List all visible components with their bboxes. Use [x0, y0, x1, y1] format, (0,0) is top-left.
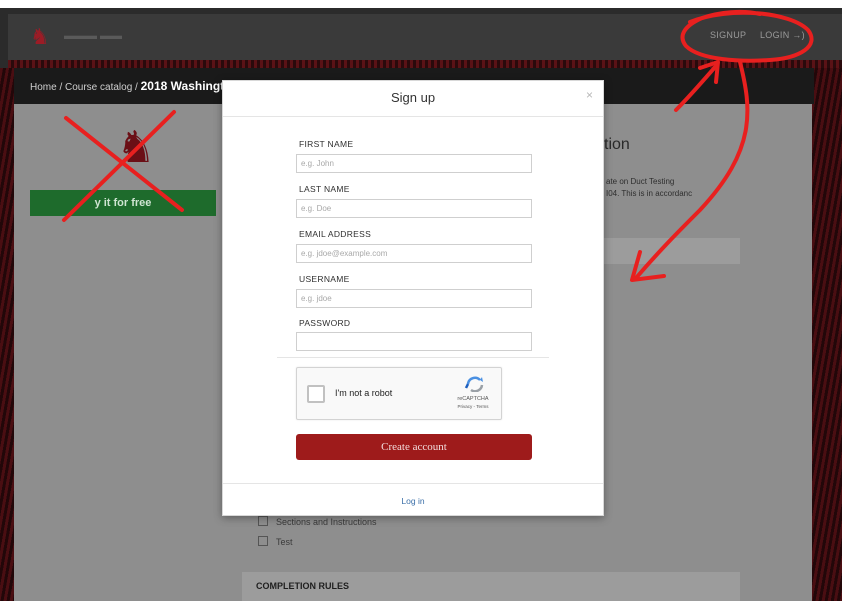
- site-logo-text: ▬▬▬ ▬▬: [64, 30, 123, 42]
- course-info-bar: [602, 238, 740, 264]
- recaptcha-checkbox[interactable]: [307, 385, 325, 403]
- first-name-input[interactable]: [296, 154, 532, 173]
- cougar-logo-icon[interactable]: ♞: [30, 24, 56, 50]
- course-description: ate on Duct Testing I04. This is in acco…: [606, 176, 736, 200]
- modal-footer: Log in: [223, 483, 603, 517]
- signup-link[interactable]: SIGNUP: [710, 30, 746, 40]
- completion-rules-label: COMPLETION RULES: [256, 581, 350, 591]
- completion-rules-bar[interactable]: COMPLETION RULES: [242, 572, 740, 601]
- email-label: EMAIL ADDRESS: [299, 229, 372, 239]
- right-decoration: [812, 68, 842, 601]
- modal-title: Sign up: [390, 90, 436, 105]
- create-account-button[interactable]: Create account: [296, 434, 532, 460]
- recaptcha-brand: reCAPTCHA: [457, 396, 489, 402]
- username-input[interactable]: [296, 289, 532, 308]
- breadcrumb: Home / Course catalog / 2018 Washington: [30, 79, 239, 93]
- recaptcha-icon: [464, 376, 484, 392]
- course-title-fragment: tion: [604, 136, 630, 153]
- signup-modal: Sign up × FIRST NAME LAST NAME EMAIL ADD…: [222, 80, 604, 516]
- first-name-label: FIRST NAME: [299, 139, 354, 149]
- close-icon[interactable]: ×: [586, 88, 593, 102]
- lesson-item[interactable]: Sections and Instructions: [258, 516, 377, 527]
- last-name-input[interactable]: [296, 199, 532, 218]
- password-input[interactable]: [296, 332, 532, 351]
- lesson-item[interactable]: Test: [258, 536, 293, 547]
- header-stripe: [8, 60, 842, 68]
- email-input[interactable]: [296, 244, 532, 263]
- login-link[interactable]: LOGIN →): [760, 30, 805, 40]
- breadcrumb-path[interactable]: Home / Course catalog /: [30, 82, 141, 93]
- try-free-button[interactable]: y it for free: [30, 190, 216, 216]
- recaptcha-widget: I'm not a robot reCAPTCHA Privacy - Term…: [296, 367, 502, 420]
- course-description-line: I04. This is in accordanc: [606, 189, 693, 198]
- modal-login-link[interactable]: Log in: [223, 496, 603, 506]
- last-name-label: LAST NAME: [299, 184, 350, 194]
- recaptcha-label: I'm not a robot: [335, 388, 393, 398]
- username-label: USERNAME: [299, 274, 350, 284]
- password-label: PASSWORD: [299, 318, 351, 328]
- modal-header: Sign up ×: [223, 81, 603, 117]
- course-logo-icon: ♞: [116, 123, 156, 172]
- document-icon: [258, 516, 268, 526]
- lesson-label: Test: [276, 537, 293, 547]
- lesson-label: Sections and Instructions: [276, 517, 377, 527]
- document-icon: [258, 536, 268, 546]
- top-navbar: ♞ ▬▬▬ ▬▬ SIGNUP LOGIN →): [8, 14, 842, 60]
- form-divider: [277, 357, 549, 358]
- recaptcha-links[interactable]: Privacy - Terms: [447, 404, 499, 409]
- course-description-line: ate on Duct Testing: [606, 177, 675, 186]
- left-decoration: [0, 68, 14, 601]
